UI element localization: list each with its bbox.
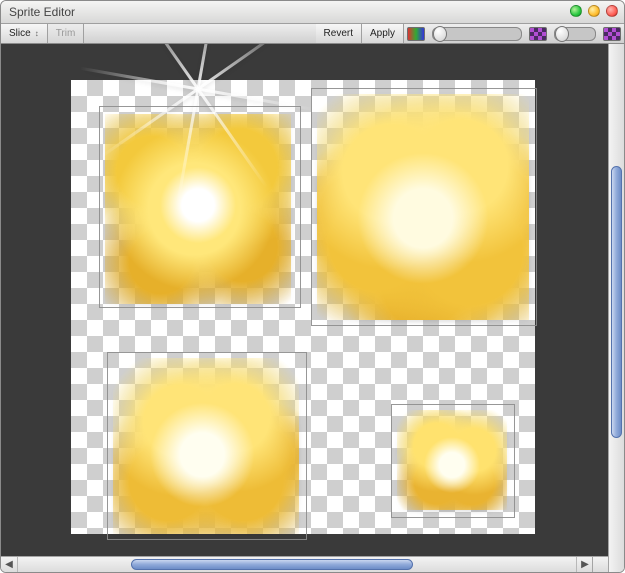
vertical-scrollbar[interactable]	[608, 44, 624, 572]
mipmap-swatch-a-icon[interactable]	[529, 27, 547, 41]
sprite-slice-rect[interactable]	[107, 352, 307, 540]
vscroll-track[interactable]	[611, 46, 622, 556]
sprite-slice-rect[interactable]	[99, 106, 301, 308]
apply-button[interactable]: Apply	[362, 24, 404, 43]
trim-button: Trim	[48, 24, 85, 43]
trim-label: Trim	[56, 28, 76, 39]
hscroll-thumb[interactable]	[131, 559, 413, 570]
scroll-right-icon[interactable]: ▶	[576, 557, 593, 572]
scrollbar-corner	[592, 557, 608, 572]
window-title: Sprite Editor	[9, 5, 75, 19]
apply-label: Apply	[370, 28, 395, 39]
slice-label: Slice	[9, 28, 31, 39]
vscroll-thumb[interactable]	[611, 166, 622, 438]
sprite-slice-rect[interactable]	[311, 88, 537, 326]
viewport[interactable]	[1, 44, 608, 556]
horizontal-scrollbar[interactable]: ◀ ▶	[1, 556, 608, 572]
window-controls	[570, 5, 618, 17]
alpha-slider[interactable]	[432, 27, 522, 41]
sprite-slice-rect[interactable]	[391, 404, 515, 518]
sprite-editor-window: Sprite Editor Slice ↕ Trim Revert Apply	[0, 0, 625, 573]
content-area: ◀ ▶	[1, 44, 624, 572]
close-icon[interactable]	[606, 5, 618, 17]
viewport-wrap: ◀ ▶	[1, 44, 608, 572]
scroll-left-icon[interactable]: ◀	[1, 557, 18, 572]
minimize-icon[interactable]	[570, 5, 582, 17]
revert-button[interactable]: Revert	[316, 24, 362, 43]
title-bar: Sprite Editor	[1, 1, 624, 24]
revert-label: Revert	[324, 28, 353, 39]
dropdown-arrows-icon: ↕	[35, 30, 39, 38]
rgb-channel-toggle-icon[interactable]	[407, 27, 425, 41]
zoom-icon[interactable]	[588, 5, 600, 17]
mipmap-swatch-b-icon[interactable]	[603, 27, 621, 41]
alpha-slider-thumb[interactable]	[433, 26, 447, 42]
sprite-sheet-canvas[interactable]	[71, 80, 535, 534]
toolbar-spacer	[84, 24, 315, 43]
slice-dropdown-button[interactable]: Slice ↕	[1, 24, 48, 43]
toolbar: Slice ↕ Trim Revert Apply	[1, 24, 624, 44]
mipmap-slider-thumb[interactable]	[555, 26, 569, 42]
mipmap-slider[interactable]	[554, 27, 596, 41]
